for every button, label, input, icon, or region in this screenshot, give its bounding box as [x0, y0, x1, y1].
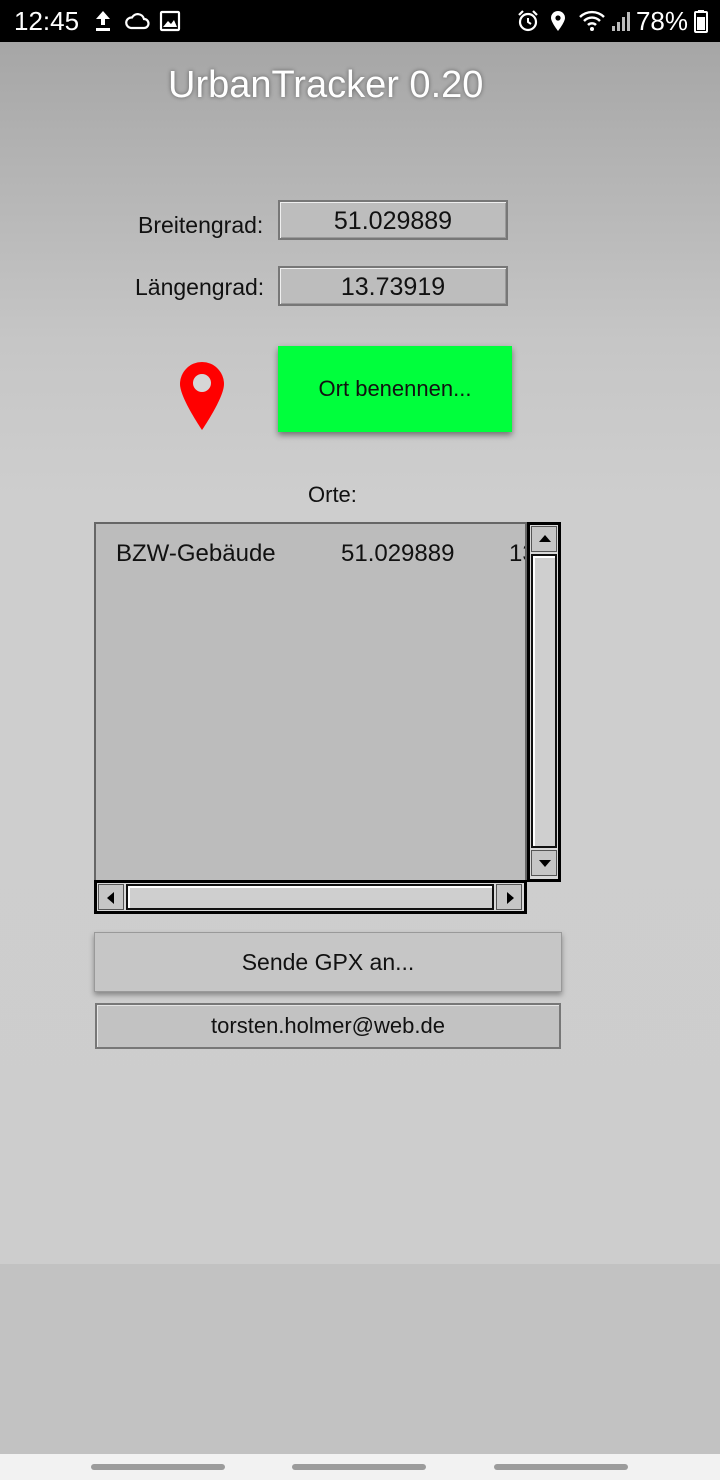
- arrow-down-icon: [539, 860, 551, 867]
- place-latitude: 51.029889: [341, 540, 455, 567]
- arrow-right-icon: [507, 892, 514, 904]
- nav-home[interactable]: [292, 1464, 426, 1470]
- horizontal-scroll-thumb[interactable]: [126, 884, 494, 910]
- scroll-up-button[interactable]: [531, 526, 557, 552]
- status-bar: 12:45 78%: [0, 0, 720, 42]
- arrow-up-icon: [539, 535, 551, 542]
- send-gpx-button[interactable]: Sende GPX an...: [94, 932, 562, 992]
- name-place-button[interactable]: Ort benennen...: [278, 346, 512, 432]
- scroll-right-button[interactable]: [496, 884, 522, 910]
- battery-icon: [694, 10, 708, 33]
- location-pin-icon: [180, 362, 224, 430]
- navigation-bar: [0, 1454, 720, 1480]
- wifi-icon: [579, 10, 605, 31]
- image-icon: [159, 10, 181, 32]
- latitude-field[interactable]: 51.029889: [278, 200, 508, 240]
- nav-recent-apps[interactable]: [91, 1464, 225, 1470]
- places-label: Orte:: [308, 482, 357, 507]
- scroll-left-button[interactable]: [98, 884, 124, 910]
- arrow-left-icon: [107, 892, 114, 904]
- upload-icon: [96, 11, 110, 31]
- vertical-scroll-thumb[interactable]: [531, 554, 557, 848]
- horizontal-scrollbar[interactable]: [94, 880, 527, 914]
- cloud-icon: [125, 13, 150, 30]
- longitude-field[interactable]: 13.73919: [278, 266, 508, 306]
- place-name: BZW-Gebäude: [116, 540, 276, 567]
- vertical-scrollbar[interactable]: [527, 522, 561, 882]
- battery-percentage: 78%: [635, 6, 688, 36]
- app-content: UrbanTracker 0.20 Breitengrad: 51.029889…: [0, 42, 720, 1264]
- scroll-down-button[interactable]: [531, 850, 557, 876]
- place-longitude: 13: [509, 540, 525, 567]
- status-time: 12:45: [14, 6, 80, 36]
- latitude-label: Breitengrad:: [138, 212, 264, 238]
- app-title: UrbanTracker 0.20: [168, 64, 484, 106]
- email-field[interactable]: torsten.holmer@web.de: [95, 1003, 561, 1049]
- signal-icon: [612, 12, 630, 31]
- places-list[interactable]: BZW-Gebäude 51.029889 13: [94, 522, 527, 882]
- nav-back[interactable]: [494, 1464, 628, 1470]
- alarm-icon: [518, 10, 538, 32]
- location-icon: [551, 11, 565, 31]
- longitude-label: Längengrad:: [135, 274, 265, 300]
